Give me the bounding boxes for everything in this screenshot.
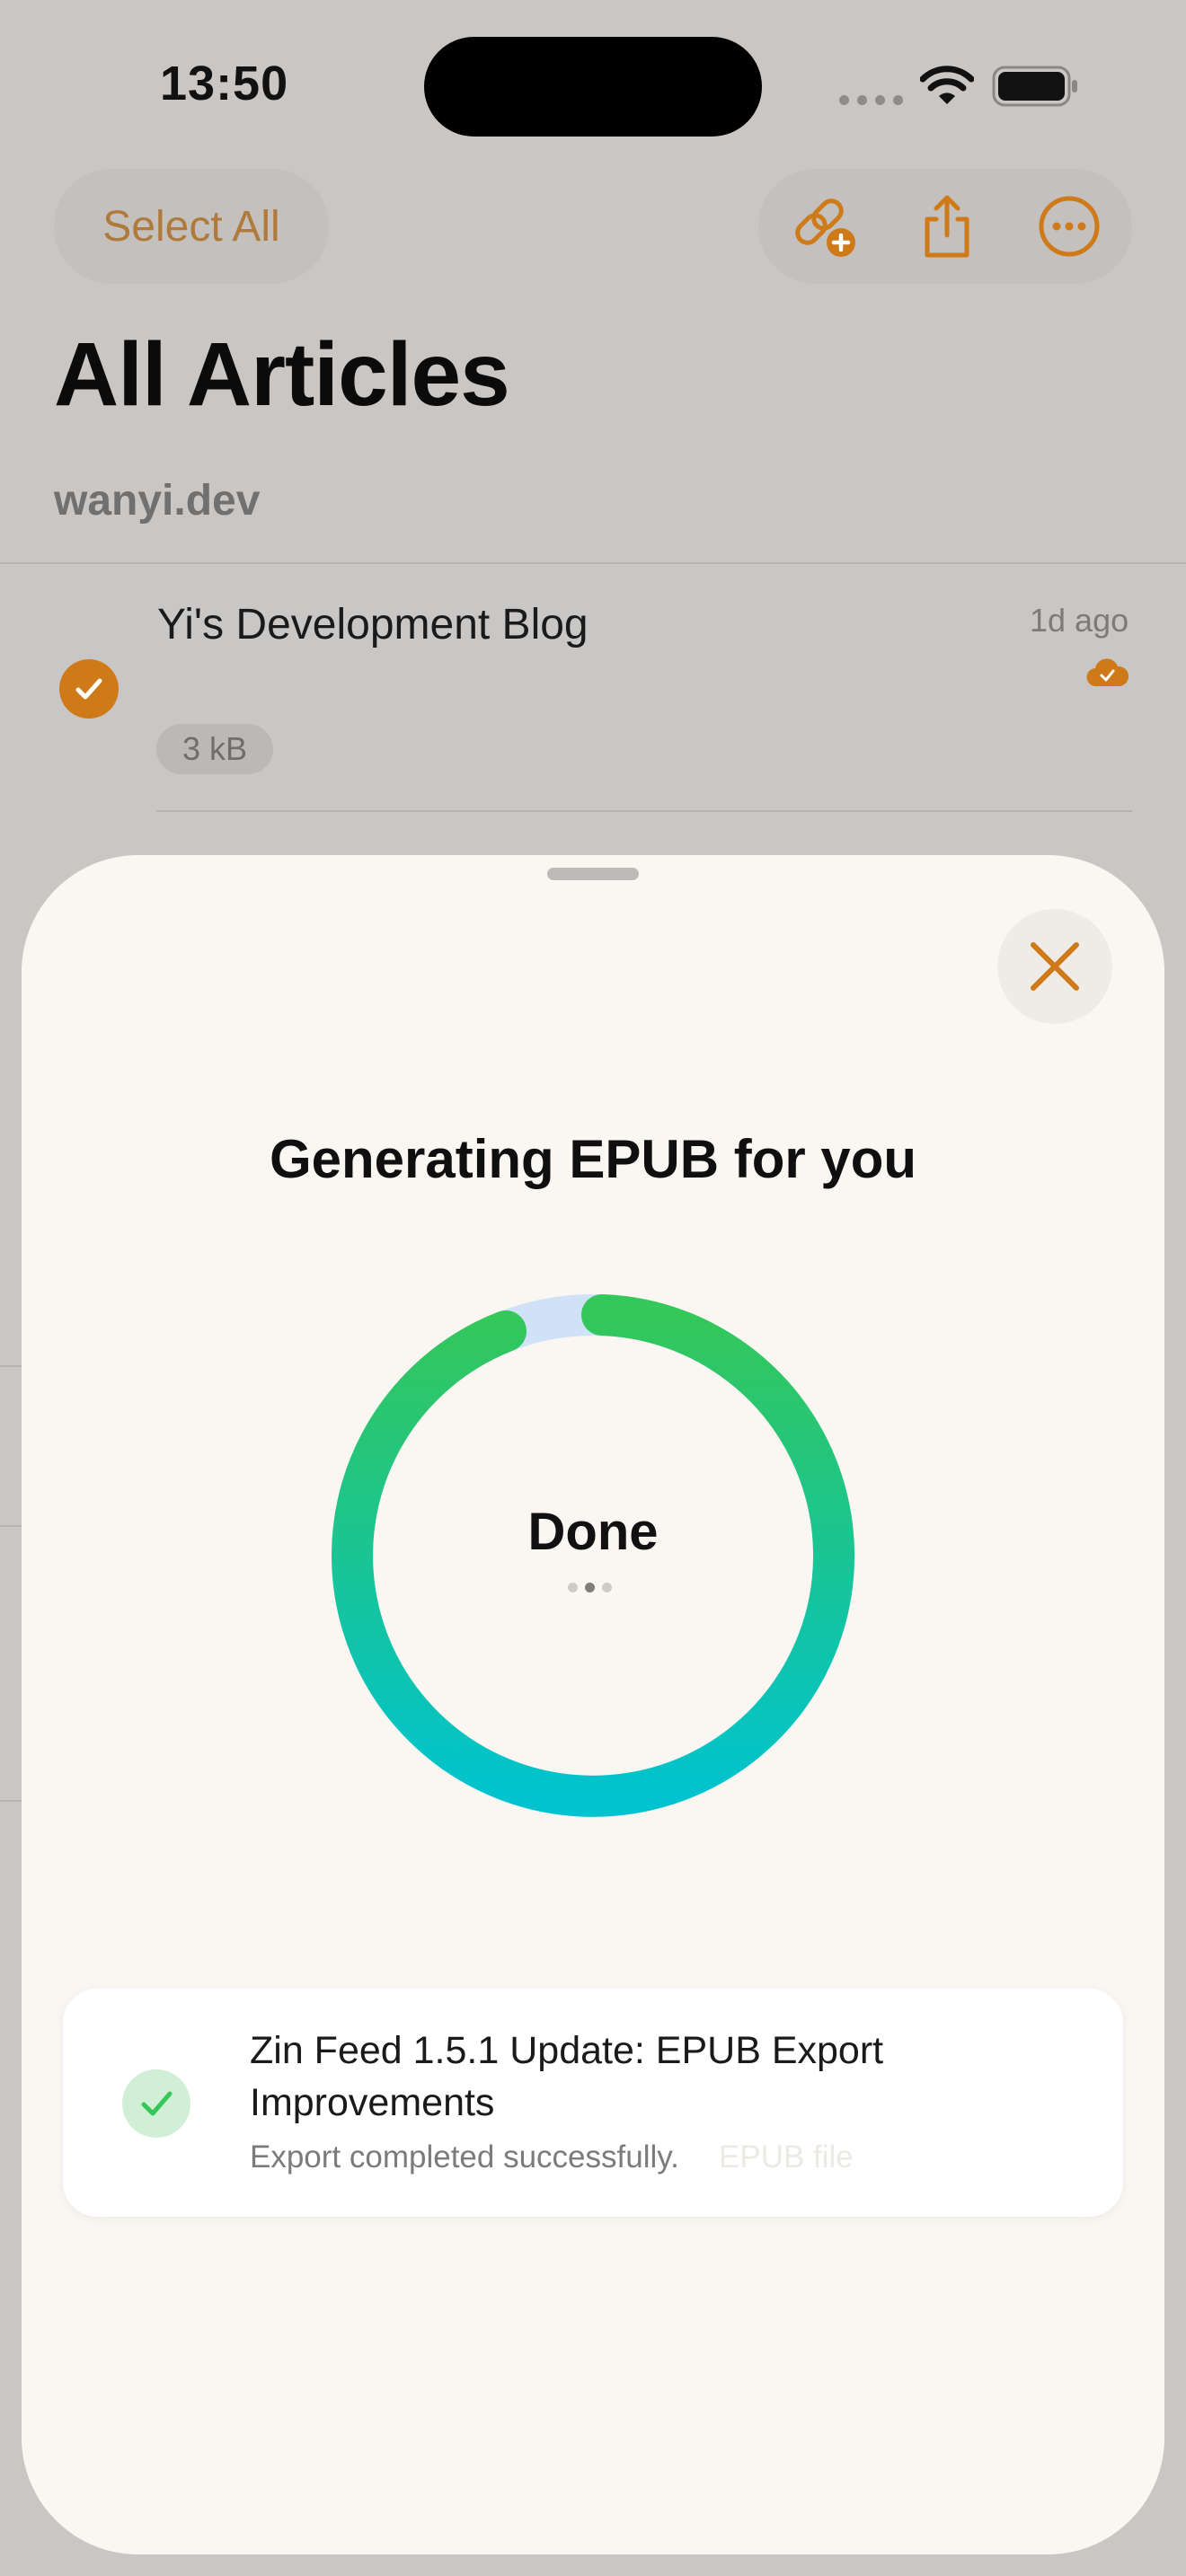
page-title: All Articles (54, 324, 510, 425)
battery-icon (992, 66, 1077, 107)
selected-checkmark-icon[interactable] (59, 659, 119, 719)
share-icon[interactable] (913, 192, 981, 260)
close-icon (1031, 942, 1079, 991)
article-title: Yi's Development Blog (157, 601, 589, 648)
more-icon[interactable] (1035, 192, 1103, 260)
dynamic-island (424, 37, 762, 137)
section-header: wanyi.dev (54, 477, 261, 525)
notification-subtitle: Export completed successfully. (250, 2139, 679, 2175)
divider (0, 1365, 23, 1367)
divider (0, 1800, 23, 1802)
sheet-title: Generating EPUB for you (269, 1129, 917, 1189)
progress-status: Done (527, 1503, 659, 1561)
page-indicator (568, 1583, 612, 1592)
cloud-synced-icon (1086, 658, 1128, 687)
sheet-grabber[interactable] (547, 868, 639, 880)
add-link-icon[interactable] (791, 192, 859, 260)
divider (156, 810, 1132, 812)
select-all-button[interactable]: Select All (54, 169, 329, 284)
success-icon (122, 2069, 190, 2138)
article-time: 1d ago (1030, 602, 1129, 639)
cellular-signal-icon (839, 95, 903, 105)
close-button[interactable] (997, 909, 1112, 1024)
notification-title: Zin Feed 1.5.1 Update: EPUB Export Impro… (250, 2029, 884, 2124)
status-time: 13:50 (160, 57, 289, 110)
notification-faded-text: EPUB file (719, 2139, 854, 2175)
wifi-icon (920, 66, 974, 104)
size-badge: 3 kB (156, 724, 273, 774)
